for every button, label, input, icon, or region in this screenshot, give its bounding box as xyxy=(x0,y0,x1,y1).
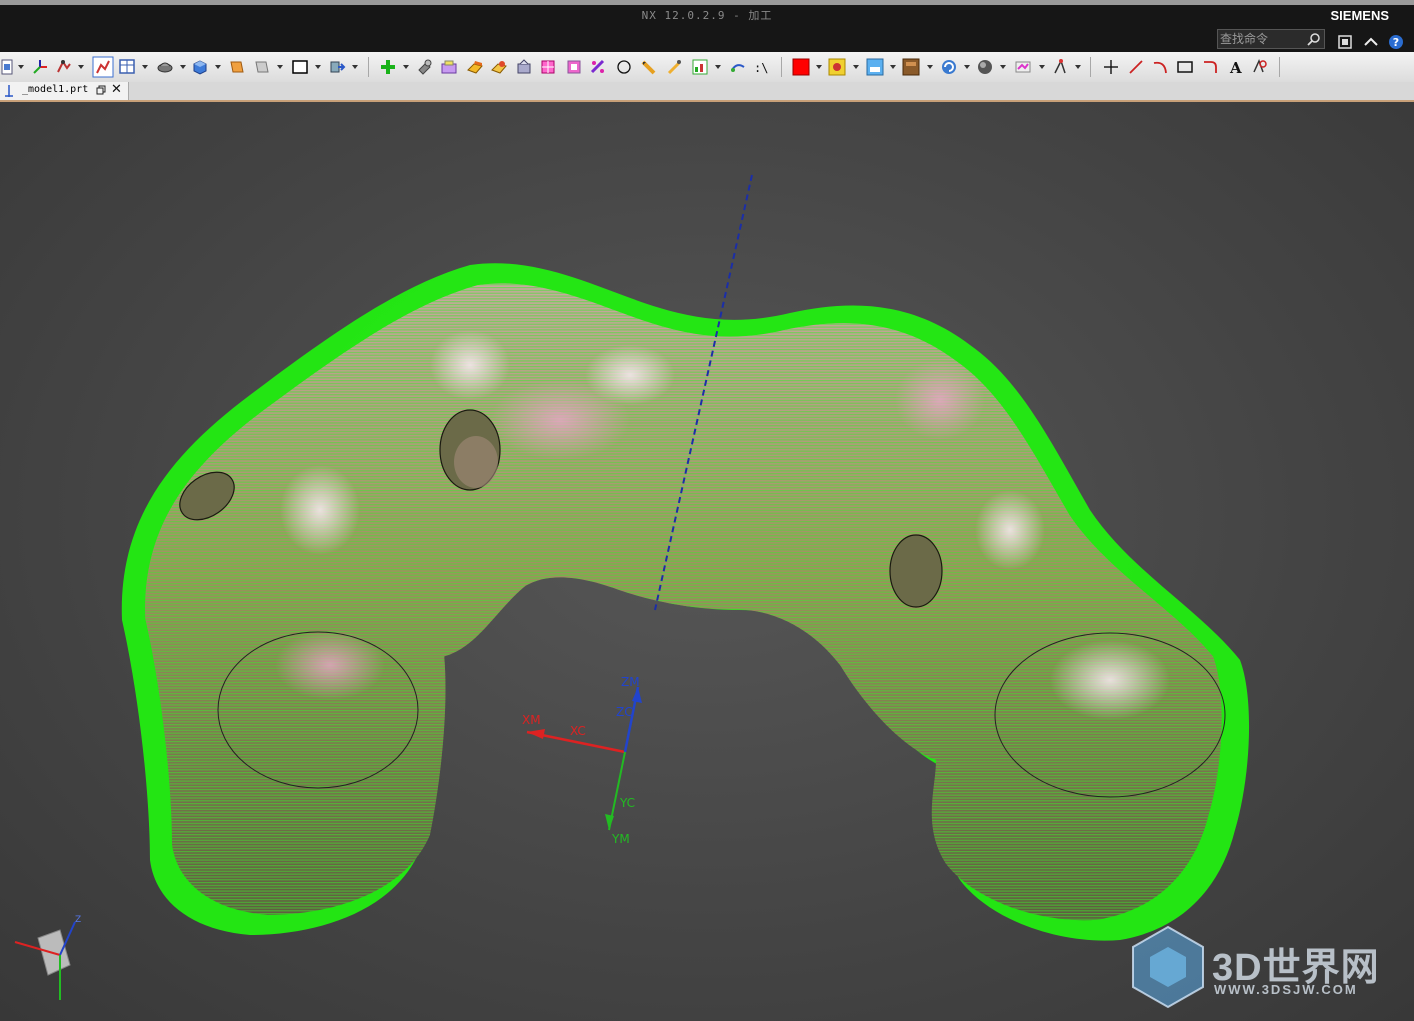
wizard-icon[interactable] xyxy=(589,58,607,76)
yc-label: YC xyxy=(619,796,635,810)
view-triad[interactable]: Z xyxy=(14,915,81,1000)
help-icon[interactable]: ? xyxy=(1386,32,1406,52)
new-file-icon[interactable] xyxy=(0,58,18,76)
simulate-icon[interactable] xyxy=(1014,58,1032,76)
xc-label: XC xyxy=(570,724,586,738)
analysis-icon[interactable]: :\ xyxy=(752,58,770,76)
csys-icon[interactable] xyxy=(31,58,49,76)
graphics-window[interactable]: XM XC ZM ZC YC YM Z xyxy=(0,102,1414,1021)
watermark: 3D世界网 WWW.3DSJW.COM xyxy=(1128,922,1398,1012)
command-finder-input[interactable] xyxy=(1218,30,1312,48)
edit-display-icon[interactable] xyxy=(92,56,114,78)
tool-icon[interactable] xyxy=(416,58,434,76)
fillet-icon[interactable] xyxy=(1201,58,1219,76)
svg-text:A: A xyxy=(1229,59,1242,76)
cube-logo-icon xyxy=(1132,925,1204,1009)
operation-icon[interactable] xyxy=(55,58,73,76)
add-icon[interactable] xyxy=(379,58,397,76)
pin-icon[interactable] xyxy=(4,84,14,98)
zc-label: ZC xyxy=(616,705,633,719)
xm-label: XM xyxy=(522,713,541,727)
collapse-ribbon-icon[interactable] xyxy=(1361,32,1381,52)
cam-icon[interactable] xyxy=(1051,58,1069,76)
circle-icon[interactable] xyxy=(615,58,633,76)
siemens-logo: SIEMENS xyxy=(1330,8,1389,23)
arc-icon[interactable] xyxy=(1151,58,1169,76)
pencil-icon[interactable] xyxy=(640,58,658,76)
title-bar: NX 12.0.2.9 - 加工 SIEMENS ? xyxy=(0,0,1414,52)
edit-icon[interactable] xyxy=(729,58,747,76)
annotation-icon[interactable] xyxy=(1250,58,1268,76)
point-icon[interactable] xyxy=(1102,58,1120,76)
table-icon[interactable] xyxy=(118,58,136,76)
machining-icon[interactable] xyxy=(466,58,484,76)
tab-model1[interactable]: _model1.prt ✕ xyxy=(0,82,129,100)
pocket-icon[interactable] xyxy=(565,58,583,76)
svg-text::\: :\ xyxy=(754,61,768,75)
select-filter-icon[interactable] xyxy=(253,58,271,76)
settings-icon[interactable] xyxy=(828,58,846,76)
display-icon[interactable] xyxy=(866,58,884,76)
rectangle-icon[interactable] xyxy=(291,58,309,76)
fit-window-icon[interactable] xyxy=(1335,32,1355,52)
geometry-view-icon[interactable] xyxy=(515,58,533,76)
method-icon[interactable] xyxy=(490,58,508,76)
feature-icon[interactable] xyxy=(539,58,557,76)
measure-icon[interactable] xyxy=(665,58,683,76)
block-icon[interactable] xyxy=(191,58,209,76)
material-icon[interactable] xyxy=(902,58,920,76)
model-hole[interactable] xyxy=(889,534,943,608)
text-icon[interactable]: A xyxy=(1227,58,1245,76)
program-icon[interactable] xyxy=(440,58,458,76)
ym-label: YM xyxy=(611,832,630,846)
zm-label: ZM xyxy=(621,675,640,689)
transform-icon[interactable] xyxy=(328,58,346,76)
shade-icon[interactable] xyxy=(976,58,994,76)
process-icon[interactable] xyxy=(691,58,709,76)
svg-text:?: ? xyxy=(1393,36,1399,49)
refresh-icon[interactable] xyxy=(940,58,958,76)
close-icon[interactable]: ✕ xyxy=(111,82,122,98)
watermark-url: WWW.3DSJW.COM xyxy=(1214,982,1358,997)
restore-icon[interactable] xyxy=(96,85,106,95)
search-icon[interactable] xyxy=(1307,32,1321,46)
document-tab-bar: _model1.prt ✕ xyxy=(0,82,1414,102)
main-toolbar: :\ A xyxy=(0,52,1414,83)
rect-icon[interactable] xyxy=(1176,58,1194,76)
window-title: NX 12.0.2.9 - 加工 xyxy=(641,9,773,22)
mini-z-label: Z xyxy=(75,915,81,925)
wcs-triad[interactable]: XM XC ZM ZC YC YM xyxy=(522,675,642,846)
command-finder[interactable] xyxy=(1217,29,1325,49)
color-icon[interactable] xyxy=(792,58,810,76)
select-icon[interactable] xyxy=(228,58,246,76)
geometry-icon[interactable] xyxy=(156,58,174,76)
tab-label: _model1.prt xyxy=(22,84,89,95)
line-icon[interactable] xyxy=(1127,58,1145,76)
